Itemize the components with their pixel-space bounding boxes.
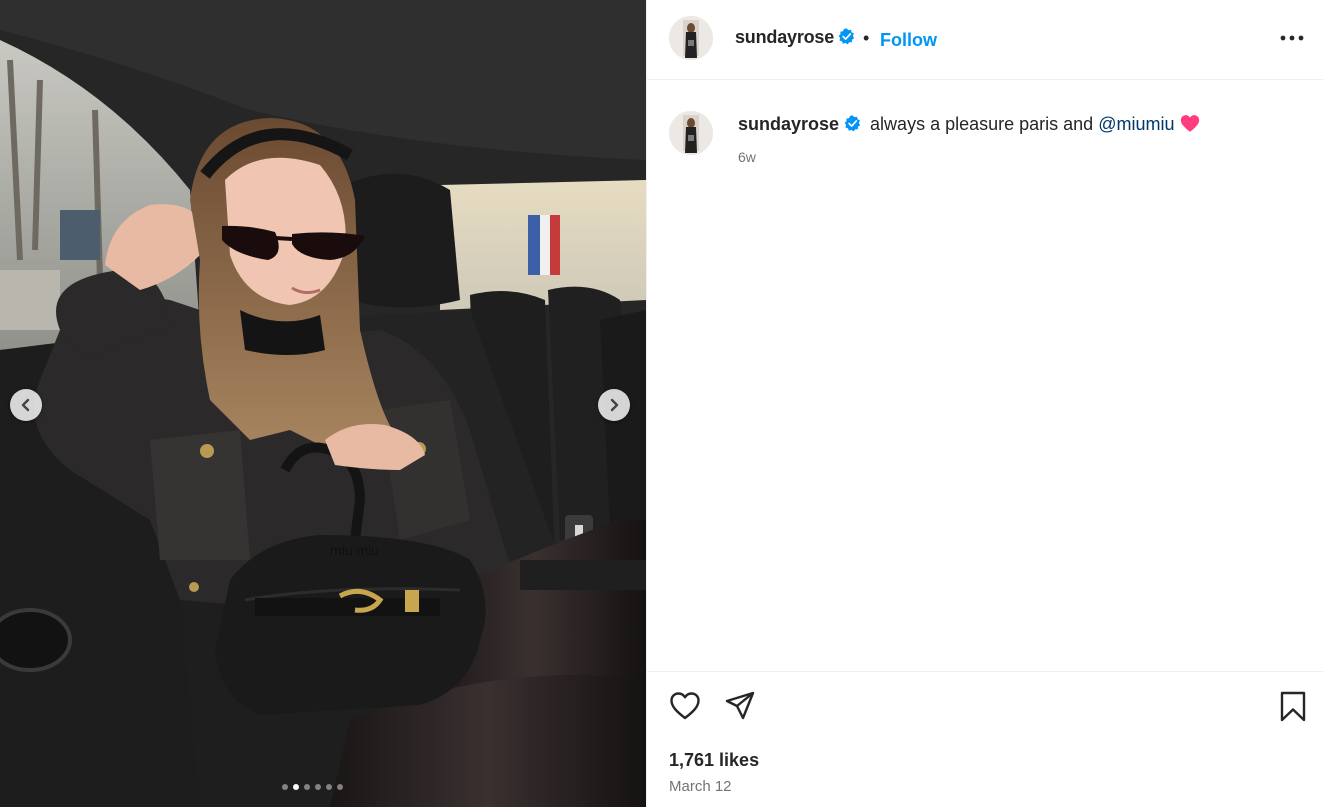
carousel-dot	[315, 784, 321, 790]
chevron-right-icon	[610, 398, 619, 412]
instagram-post: miu miu sundayrose • Follow sundayrose a…	[0, 0, 1323, 807]
svg-text:miu miu: miu miu	[330, 542, 379, 558]
avatar-image	[669, 16, 713, 60]
avatar[interactable]	[669, 16, 713, 60]
post-photo: miu miu	[0, 0, 646, 807]
separator-bullet: •	[863, 28, 870, 48]
verified-badge-icon	[844, 115, 861, 132]
caption-body: always a pleasure paris and	[865, 114, 1099, 134]
pink-heart-emoji-icon	[1181, 115, 1200, 132]
mention-link[interactable]: @miumiu	[1098, 114, 1174, 134]
carousel-next-button[interactable]	[598, 389, 630, 421]
caption-username-link[interactable]: sundayrose	[738, 114, 839, 134]
carousel-dot	[326, 784, 332, 790]
carousel-dot-active	[293, 784, 299, 790]
heart-outline-icon[interactable]	[669, 691, 701, 721]
caption-avatar[interactable]	[669, 111, 713, 155]
carousel-dot	[282, 784, 288, 790]
carousel-prev-button[interactable]	[10, 389, 42, 421]
username-link[interactable]: sundayrose	[735, 27, 834, 48]
likes-count[interactable]: 1,761 likes	[669, 750, 759, 771]
carousel-indicator	[282, 784, 343, 790]
follow-button[interactable]: Follow	[880, 30, 937, 51]
post-media[interactable]: miu miu	[0, 0, 646, 807]
post-date[interactable]: March 12	[669, 778, 732, 795]
carousel-dot	[337, 784, 343, 790]
post-header: sundayrose • Follow	[647, 0, 1323, 80]
more-options-icon[interactable]	[1280, 35, 1304, 41]
time-ago[interactable]: 6w	[738, 149, 756, 165]
post-side-panel: sundayrose • Follow sundayrose always a …	[646, 0, 1323, 807]
bookmark-icon[interactable]	[1279, 691, 1307, 723]
verified-badge-icon	[838, 28, 855, 45]
post-actions: 1,761 likes March 12	[647, 671, 1323, 807]
carousel-dot	[304, 784, 310, 790]
paper-plane-icon[interactable]	[724, 691, 756, 721]
chevron-left-icon	[21, 398, 30, 412]
avatar-image	[669, 111, 713, 155]
caption-text: sundayrose always a pleasure paris and @…	[738, 114, 1200, 135]
